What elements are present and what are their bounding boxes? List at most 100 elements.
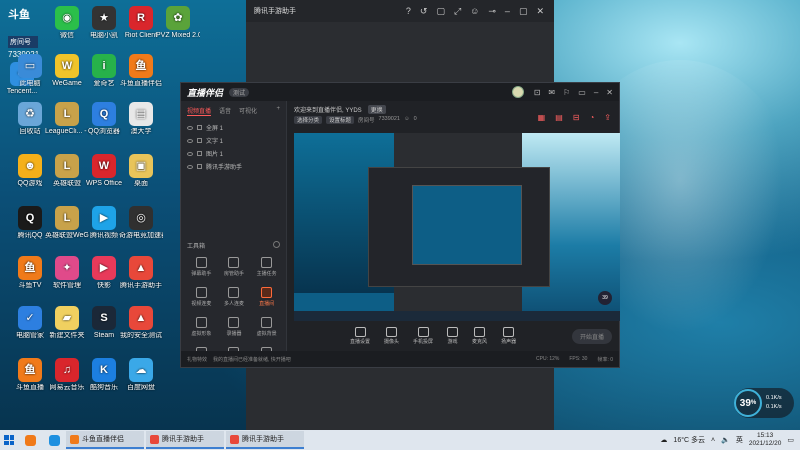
network-widget[interactable]: 39% 0.1K/s 0.1K/s xyxy=(734,388,794,418)
lock-icon[interactable] xyxy=(197,151,202,156)
preview-tool-icon[interactable]: ⊟ xyxy=(573,113,580,122)
window-control-icon[interactable]: ▢ xyxy=(519,6,528,17)
window-control-icon[interactable]: ↺ xyxy=(420,6,428,17)
control-button[interactable]: 手机投屏 xyxy=(413,327,433,345)
toolbox-item[interactable]: 直播间 xyxy=(250,287,283,307)
titlebar-icon[interactable]: ✕ xyxy=(606,88,613,97)
eye-icon[interactable] xyxy=(187,164,193,169)
lock-icon[interactable] xyxy=(197,125,202,130)
scene-item[interactable]: 图片 1 xyxy=(181,147,286,160)
preview-tool-icon[interactable]: ▦ xyxy=(538,113,546,122)
app-icon: ☁ xyxy=(129,358,153,382)
control-button[interactable]: 扬声器 xyxy=(501,327,516,345)
tray-chevron-icon[interactable]: ˄ xyxy=(711,437,715,444)
app-icon: W xyxy=(92,154,116,178)
app-icon: ☻ xyxy=(18,154,42,178)
toolbox-item[interactable]: 视频连麦 xyxy=(185,287,218,307)
ime-indicator[interactable]: 英 xyxy=(736,435,743,445)
scene-tab[interactable]: 可视化 xyxy=(239,106,257,116)
desktop-icon[interactable]: ☁ 百度网盘 xyxy=(119,358,163,392)
scene-tab[interactable]: 语音 xyxy=(219,106,231,116)
scene-item[interactable]: 腾讯手游助手 xyxy=(181,160,286,173)
titlebar-icon[interactable]: ⊡ xyxy=(534,88,541,97)
desktop-icon[interactable]: ✿ PVZ Mixed 2.05 RTM... xyxy=(156,6,200,40)
room-prefix: 房间号 xyxy=(358,118,375,124)
window-control-icon[interactable]: ⤢ xyxy=(454,6,461,17)
app-icon: ★ xyxy=(92,6,116,30)
control-label: 手机投屏 xyxy=(413,339,434,345)
control-button[interactable]: 麦克风 xyxy=(472,327,487,345)
titlebar-icon[interactable]: ⚐ xyxy=(563,88,570,97)
eye-icon[interactable] xyxy=(187,138,193,143)
status-metric: CPU: 12% xyxy=(536,355,560,362)
control-button[interactable]: 摄像头 xyxy=(384,327,399,345)
eye-icon[interactable] xyxy=(187,151,193,156)
app-icon: 鱼 xyxy=(18,256,42,280)
titlebar-icon[interactable]: – xyxy=(594,88,598,97)
toolbox-item[interactable]: 多人连麦 xyxy=(218,287,251,307)
clock[interactable]: 15:13 2021/12/20 xyxy=(749,432,782,448)
window-control-icon[interactable]: – xyxy=(505,6,510,17)
desktop-icon-label: 奇游电竞加速器 xyxy=(119,232,163,239)
scene-item[interactable]: 全屏 1 xyxy=(181,121,286,134)
eye-icon[interactable] xyxy=(187,125,193,130)
app-icon: ▭ xyxy=(18,54,42,78)
toolbox-item[interactable]: 录播器 xyxy=(218,317,251,337)
control-button[interactable]: 游戏 xyxy=(447,327,459,345)
category-tag[interactable]: 选择分类 xyxy=(294,116,323,124)
scene-label: 文字 1 xyxy=(206,139,224,145)
scene-sidebar: 视频直播 语音 可视化 + 全屏 1 文字 1 图片 1 腾讯手游助手 工具箱 弹幕助手 房管… xyxy=(181,101,287,367)
taskbar-task[interactable]: 斗鱼直播伴侣 xyxy=(66,431,144,449)
start-button[interactable] xyxy=(0,430,18,450)
window-control-icon[interactable]: ? xyxy=(406,6,411,17)
window-control-icon[interactable]: ☺ xyxy=(470,6,479,17)
lock-icon[interactable] xyxy=(197,164,202,169)
lock-icon[interactable] xyxy=(197,138,202,143)
network-speeds: 0.1K/s 0.1K/s xyxy=(766,394,782,412)
toolbox-item[interactable]: 弹幕助手 xyxy=(185,257,218,277)
preview-tool-icon[interactable]: ⇪ xyxy=(604,113,611,122)
desktop-icon[interactable]: 鱼斗鱼直播伴侣 xyxy=(119,54,163,88)
weather-text[interactable]: 16°C 多云 xyxy=(673,435,705,445)
desktop-icon[interactable]: ▣ 桌面 xyxy=(119,154,163,188)
taskbar-task[interactable]: 腾讯手游助手 xyxy=(146,431,224,449)
app-icon: ▶ xyxy=(92,256,116,280)
scene-tab[interactable]: 视频直播 xyxy=(187,106,212,116)
notification-icon[interactable]: ▭ xyxy=(787,436,794,444)
desktop-icon[interactable]: ◎ 奇游电竞加速器 xyxy=(119,206,163,240)
desktop-icon[interactable]: ▲ 我的安全测试 xyxy=(119,306,163,340)
stream-companion-window[interactable]: 直播伴侣 测试 ⊡ ✉ ⚐ ▭ – ✕ 视频直播 语音 可视化 + 全屏 1 文字 1 图片 1 腾讯… xyxy=(180,82,620,368)
start-stream-button[interactable]: 开始直播 xyxy=(571,328,612,344)
preview-tool-icon[interactable]: ◔ xyxy=(589,113,594,122)
preview-tool-icon[interactable]: ▤ xyxy=(555,113,563,122)
control-button[interactable]: 直播设置 xyxy=(350,327,370,345)
toolbox-settings-icon[interactable] xyxy=(273,241,280,248)
taskbar-pin-app[interactable] xyxy=(44,432,64,448)
taskbar-pin-browser[interactable] xyxy=(20,432,40,448)
desktop-icon[interactable]: ▲ 腾讯手游助手 xyxy=(119,256,163,290)
window-control-icon[interactable]: ✕ xyxy=(536,6,544,17)
gift-effects[interactable]: 礼物特效 xyxy=(187,356,207,363)
toolbox-item[interactable]: 虚拟形象 xyxy=(185,317,218,337)
status-metric: FPS: 30 xyxy=(569,355,588,362)
system-tray: ☁ 16°C 多云 ˄ 🔈 英 15:13 2021/12/20 ▭ xyxy=(660,432,800,448)
brand-logo: 直播伴侣 xyxy=(187,87,224,98)
toolbox-item[interactable]: 虚拟背景 xyxy=(250,317,283,337)
titlebar-icon[interactable]: ✉ xyxy=(548,88,555,97)
toolbox-item[interactable]: 房管助手 xyxy=(218,257,251,277)
toolbox-item[interactable]: 主播任务 xyxy=(250,257,283,277)
greeting-tag[interactable]: 更换 xyxy=(367,105,386,114)
add-tab-button[interactable]: + xyxy=(276,106,280,116)
window-control-icon[interactable]: ▢ xyxy=(436,6,445,17)
avatar[interactable] xyxy=(511,86,524,98)
live-preview[interactable]: 39 xyxy=(294,133,620,321)
scene-list: 全屏 1 文字 1 图片 1 腾讯手游助手 xyxy=(181,121,286,173)
titlebar-icon[interactable]: ▭ xyxy=(578,88,586,97)
title-tag[interactable]: 设置标题 xyxy=(326,116,355,124)
scene-item[interactable]: 文字 1 xyxy=(181,134,286,147)
taskbar-task[interactable]: 腾讯手游助手 xyxy=(226,431,304,449)
desktop-icon[interactable]: ▤ 澳大学 xyxy=(119,102,163,136)
window-control-icon[interactable]: ⊸ xyxy=(488,6,496,17)
volume-icon[interactable]: 🔈 xyxy=(721,436,730,444)
control-label: 直播设置 xyxy=(350,339,371,345)
